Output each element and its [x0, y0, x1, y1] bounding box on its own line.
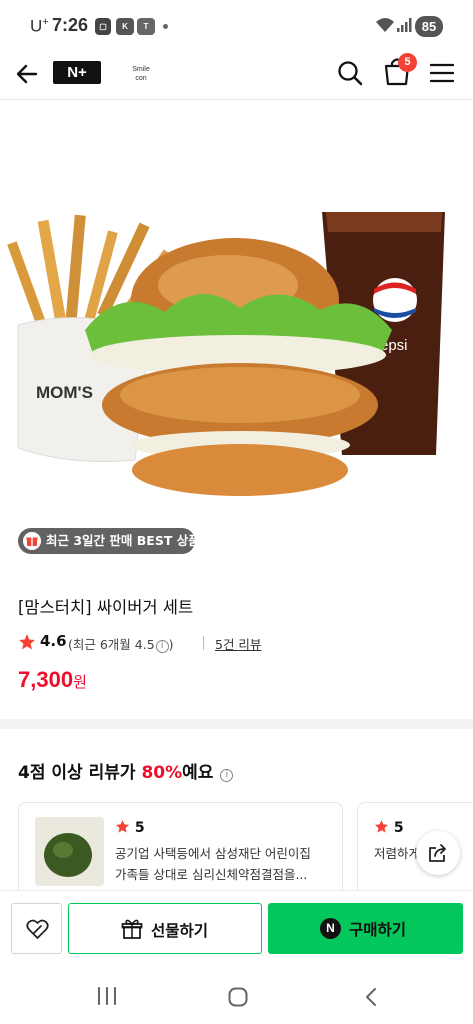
- info-icon[interactable]: i: [220, 769, 234, 782]
- svg-text:MOM'S: MOM'S: [36, 383, 93, 402]
- gift-button-label: 선물하기: [151, 922, 209, 940]
- scan-icon: ▢: [95, 18, 111, 35]
- knet-icon: K: [116, 18, 134, 35]
- share-button[interactable]: [416, 831, 460, 875]
- review-heading-percent: 80%: [141, 763, 183, 783]
- status-time: 7:26: [52, 15, 89, 35]
- review-heading-suffix: 예요: [182, 763, 214, 783]
- naver-plus-logo[interactable]: N+: [53, 61, 101, 84]
- rating-score: 4.6: [40, 632, 67, 650]
- recent-rating-text: (최근 6개월 4.5: [68, 637, 155, 652]
- section-divider: [0, 719, 473, 729]
- share-icon: [429, 844, 446, 862]
- gift-icon: [121, 919, 143, 939]
- review-score-value: 5: [134, 820, 145, 836]
- buy-button[interactable]: N 구매하기: [268, 903, 463, 954]
- smilecon-logo-text: Smile: [132, 66, 150, 73]
- best-seller-badge: 최근 3일간 판매 BEST 상품: [18, 528, 200, 554]
- best-seller-label: 최근 3일간 판매 BEST 상품: [46, 533, 200, 548]
- wifi-icon: [376, 18, 394, 32]
- wishlist-button[interactable]: [11, 903, 62, 954]
- heart-icon: [26, 919, 49, 939]
- search-icon[interactable]: [336, 58, 364, 88]
- review-text: 공기업 사택등에서 삼성재단 어린이집 가족들 상대로 심리신체약점결점을...: [115, 843, 337, 885]
- product-image[interactable]: MOM'S epsi: [0, 190, 473, 515]
- carrier-label: U+: [30, 16, 49, 36]
- recent-apps-icon[interactable]: [96, 986, 118, 1006]
- review-card[interactable]: 5 공기업 사택등에서 삼성재단 어린이집 가족들 상대로 심리신체약점결점을.…: [18, 802, 343, 898]
- smilecon-logo[interactable]: Smile con: [124, 58, 158, 88]
- product-title: [맘스터치] 싸이버거 세트: [18, 598, 194, 617]
- notification-dot: [163, 24, 168, 29]
- review-count-link[interactable]: 5건 리뷰: [215, 634, 261, 653]
- system-navigation-bar: [0, 966, 473, 1024]
- divider: [203, 636, 204, 650]
- buy-button-label: 구매하기: [349, 921, 407, 939]
- gift-button[interactable]: 선물하기: [68, 903, 262, 954]
- battery-indicator: 85: [415, 16, 443, 37]
- star-icon: [115, 819, 130, 833]
- signal-icon: [397, 18, 412, 32]
- menu-icon[interactable]: [428, 60, 456, 86]
- price-value: 7,300: [18, 667, 74, 692]
- back-nav-icon[interactable]: [362, 986, 380, 1008]
- status-bar: U+ 7:26 ▢ K T 85: [0, 0, 473, 50]
- smilecon-logo-subtext: con: [135, 75, 147, 82]
- talk-icon: T: [137, 18, 155, 35]
- review-summary-heading: 4점 이상 리뷰가 80%예요 i: [18, 758, 234, 783]
- review-text-line: 가족들 상대로 심리신체약점결점을...: [115, 867, 308, 882]
- back-arrow-icon[interactable]: [14, 60, 42, 88]
- bottom-action-bar: 선물하기 N 구매하기: [0, 890, 473, 966]
- recent-rating-close: ): [168, 637, 174, 652]
- star-icon: [19, 634, 35, 650]
- info-icon[interactable]: i: [155, 640, 169, 653]
- review-heading-prefix: 4점 이상 리뷰가: [18, 763, 142, 783]
- naver-pay-icon: N: [320, 918, 341, 939]
- review-photo: [35, 817, 104, 886]
- cart-count-badge: 5: [398, 53, 417, 72]
- home-icon[interactable]: [227, 986, 249, 1008]
- star-icon: [374, 819, 389, 833]
- gift-box-icon: [23, 532, 41, 550]
- recent-rating: (최근 6개월 4.5 i): [68, 634, 174, 653]
- review-score: 5: [115, 819, 145, 836]
- review-score: 5: [374, 819, 404, 836]
- review-score-value: 5: [393, 820, 404, 836]
- product-price: 7,300원: [18, 667, 87, 693]
- price-unit: 원: [73, 673, 87, 691]
- review-text-line: 공기업 사택등에서 삼성재단 어린이집: [115, 846, 311, 861]
